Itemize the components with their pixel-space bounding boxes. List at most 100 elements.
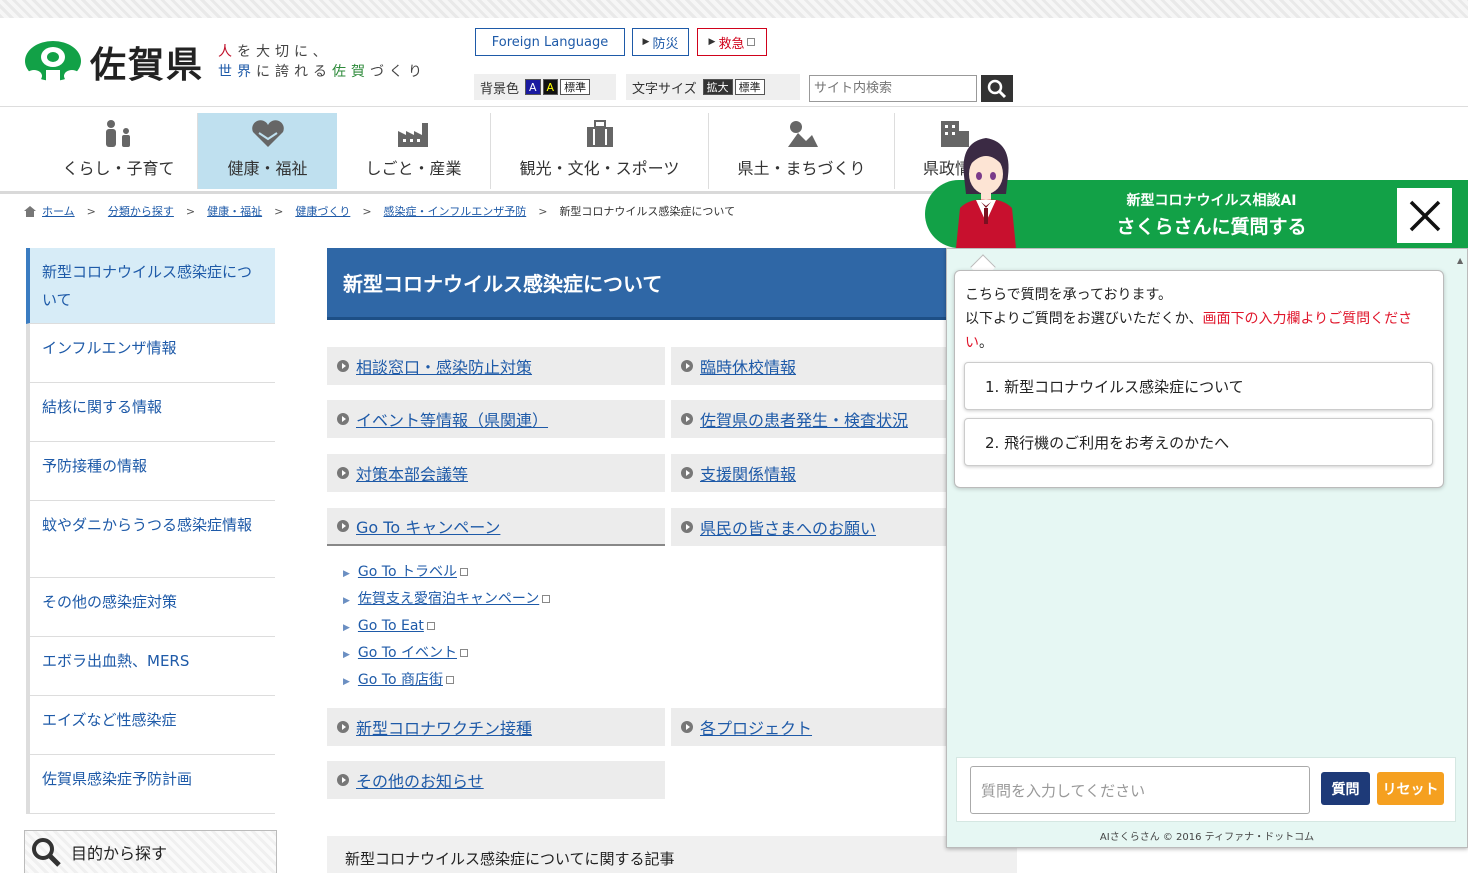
breadcrumb-current: 新型コロナウイルス感染症について — [559, 205, 736, 218]
breadcrumb-health[interactable]: 健康・福祉 — [207, 203, 262, 219]
circle-arrow-icon — [681, 721, 693, 733]
list-item: ▶ Go To Eat — [343, 614, 550, 641]
sublink-saga-stay[interactable]: 佐賀支え愛宿泊キャンペーン — [358, 591, 539, 607]
external-link-icon — [542, 595, 551, 603]
bg-black-button[interactable]: A — [542, 79, 559, 95]
list-item: ▶ Go To イベント — [343, 641, 550, 668]
bg-blue-button[interactable]: A — [525, 79, 541, 95]
ask-button[interactable]: 質問 — [1321, 772, 1370, 805]
scroll-up-icon[interactable]: ▲ — [1457, 256, 1463, 265]
sublink-goto-eat[interactable]: Go To Eat — [358, 618, 424, 634]
link-goto-campaign[interactable]: Go To キャンペーン — [327, 508, 665, 546]
font-standard-button[interactable]: 標準 — [734, 79, 765, 95]
sidebar-item-tuberculosis[interactable]: 結核に関する情報 — [26, 383, 275, 442]
emergency-button[interactable]: ▶ 救急 — [697, 28, 767, 56]
chat-option-airplane[interactable]: 2. 飛行機のご利用をお考えのかたへ — [964, 418, 1433, 466]
sublink-goto-travel[interactable]: Go To トラベル — [358, 564, 457, 580]
external-link-icon — [459, 649, 468, 657]
sidebar: 新型コロナウイルス感染症について インフルエンザ情報 結核に関する情報 予防接種… — [26, 248, 275, 814]
breadcrumb-infection[interactable]: 感染症・インフルエンザ予防 — [384, 203, 527, 219]
link-vaccine[interactable]: 新型コロナワクチン接種 — [327, 708, 665, 746]
triangle-right-icon: ▶ — [343, 650, 350, 660]
link-task-force[interactable]: 対策本部会議等 — [327, 454, 665, 492]
link-request-to-residents[interactable]: 県民の皆さまへのお願い — [671, 508, 967, 546]
chat-option-covid[interactable]: 1. 新型コロナウイルス感染症について — [964, 362, 1433, 410]
nav-item-health[interactable]: 健康・福祉 — [198, 113, 337, 189]
breadcrumb-health-promotion[interactable]: 健康づくり — [295, 203, 350, 219]
link-other-news[interactable]: その他のお知らせ — [327, 761, 665, 799]
site-search-input[interactable] — [809, 75, 977, 102]
external-link-icon — [747, 38, 756, 46]
circle-arrow-icon — [337, 721, 349, 733]
search-icon — [32, 838, 61, 867]
ai-assistant-avatar-icon — [956, 138, 1016, 248]
external-link-icon — [459, 568, 468, 576]
sidebar-item-insect-borne[interactable]: 蚊やダニからうつる感染症情報 — [26, 501, 275, 578]
sidebar-item-other-infection[interactable]: その他の感染症対策 — [26, 578, 275, 637]
landscape-icon — [787, 121, 818, 147]
sidebar-item-influenza[interactable]: インフルエンザ情報 — [26, 324, 275, 383]
reset-button[interactable]: リセット — [1377, 772, 1444, 805]
triangle-right-icon: ▶ — [642, 37, 650, 47]
link-projects[interactable]: 各プロジェクト — [671, 708, 967, 746]
sidebar-item-covid[interactable]: 新型コロナウイルス感染症について — [26, 248, 275, 324]
nav-item-tourism[interactable]: 観光・文化・スポーツ — [491, 113, 709, 189]
breadcrumb-category[interactable]: 分類から探す — [108, 203, 174, 219]
list-item: ▶ 佐賀支え愛宿泊キャンペーン — [343, 587, 551, 614]
sublink-goto-shopping[interactable]: Go To 商店街 — [358, 672, 443, 688]
triangle-right-icon: ▶ — [343, 596, 350, 606]
link-support[interactable]: 支援関係情報 — [671, 454, 967, 492]
goto-sublinks: ▶ Go To トラベル ▶ 佐賀支え愛宿泊キャンペーン ▶ Go To Eat ▶ G… — [343, 560, 551, 695]
sublink-goto-event[interactable]: Go To イベント — [358, 645, 457, 661]
triangle-right-icon: ▶ — [343, 623, 350, 633]
disaster-button[interactable]: ▶ 防災 — [632, 28, 689, 56]
breadcrumb-home[interactable]: ホーム — [42, 203, 75, 219]
nav-item-land[interactable]: 県土・まちづくり — [709, 113, 895, 189]
site-logo[interactable]: 佐賀県 — [24, 36, 204, 88]
suitcase-icon — [586, 120, 613, 147]
sidebar-item-ebola[interactable]: エボラ出血熱、MERS — [26, 637, 275, 696]
circle-arrow-icon — [337, 774, 349, 786]
circle-arrow-icon — [337, 467, 349, 479]
close-icon — [1409, 200, 1440, 231]
circle-arrow-icon — [681, 360, 693, 372]
search-button[interactable] — [981, 75, 1013, 102]
saga-logo-icon — [25, 41, 81, 84]
articles-heading: 新型コロナウイルス感染症についてに関する記事 — [327, 836, 1017, 873]
circle-arrow-icon — [681, 413, 693, 425]
home-icon — [24, 205, 36, 217]
triangle-right-icon: ▶ — [708, 37, 716, 47]
foreign-language-button[interactable]: Foreign Language — [475, 28, 625, 56]
page-title: 新型コロナウイルス感染症について — [327, 248, 967, 320]
circle-arrow-icon — [337, 413, 349, 425]
purpose-search-button[interactable]: 目的から探す — [24, 830, 277, 873]
external-link-icon — [426, 622, 435, 630]
bg-standard-button[interactable]: 標準 — [560, 79, 591, 95]
circle-arrow-icon — [681, 467, 693, 479]
chat-copyright: AIさくらさん © 2016 ティファナ・ドットコム — [1099, 832, 1315, 843]
background-color-switcher: 背景色 A A 標準 — [474, 74, 616, 100]
link-consultation[interactable]: 相談窓口・感染防止対策 — [327, 347, 665, 385]
sidebar-item-vaccination[interactable]: 予防接種の情報 — [26, 442, 275, 501]
link-school-closure[interactable]: 臨時休校情報 — [671, 347, 967, 385]
tagline: 人を大切に、 世界に誇れる佐賀づくり — [218, 44, 427, 80]
list-item: ▶ Go To トラベル — [343, 560, 550, 587]
triangle-right-icon: ▶ — [343, 569, 350, 579]
nav-item-living[interactable]: くらし・子育て — [40, 113, 198, 189]
list-item: ▶ Go To 商店街 — [343, 668, 550, 695]
circle-arrow-icon — [681, 521, 693, 533]
font-large-button[interactable]: 拡大 — [702, 79, 733, 95]
font-size-switcher: 文字サイズ 拡大 標準 — [626, 74, 800, 100]
link-patient-status[interactable]: 佐賀県の患者発生・検査状況 — [671, 400, 967, 438]
heart-hands-icon — [251, 120, 284, 147]
sidebar-item-aids[interactable]: エイズなど性感染症 — [26, 696, 275, 755]
triangle-right-icon: ▶ — [343, 677, 350, 687]
family-icon — [105, 120, 130, 147]
external-link-icon — [445, 676, 454, 684]
link-events[interactable]: イベント等情報（県関連） — [327, 400, 665, 438]
chat-close-button[interactable] — [1397, 188, 1452, 243]
chat-question-input[interactable]: 質問を入力してください — [970, 766, 1310, 814]
nav-item-work[interactable]: しごと・産業 — [337, 113, 491, 189]
factory-icon — [397, 123, 428, 147]
sidebar-item-prevention-plan[interactable]: 佐賀県感染症予防計画 — [26, 755, 275, 814]
